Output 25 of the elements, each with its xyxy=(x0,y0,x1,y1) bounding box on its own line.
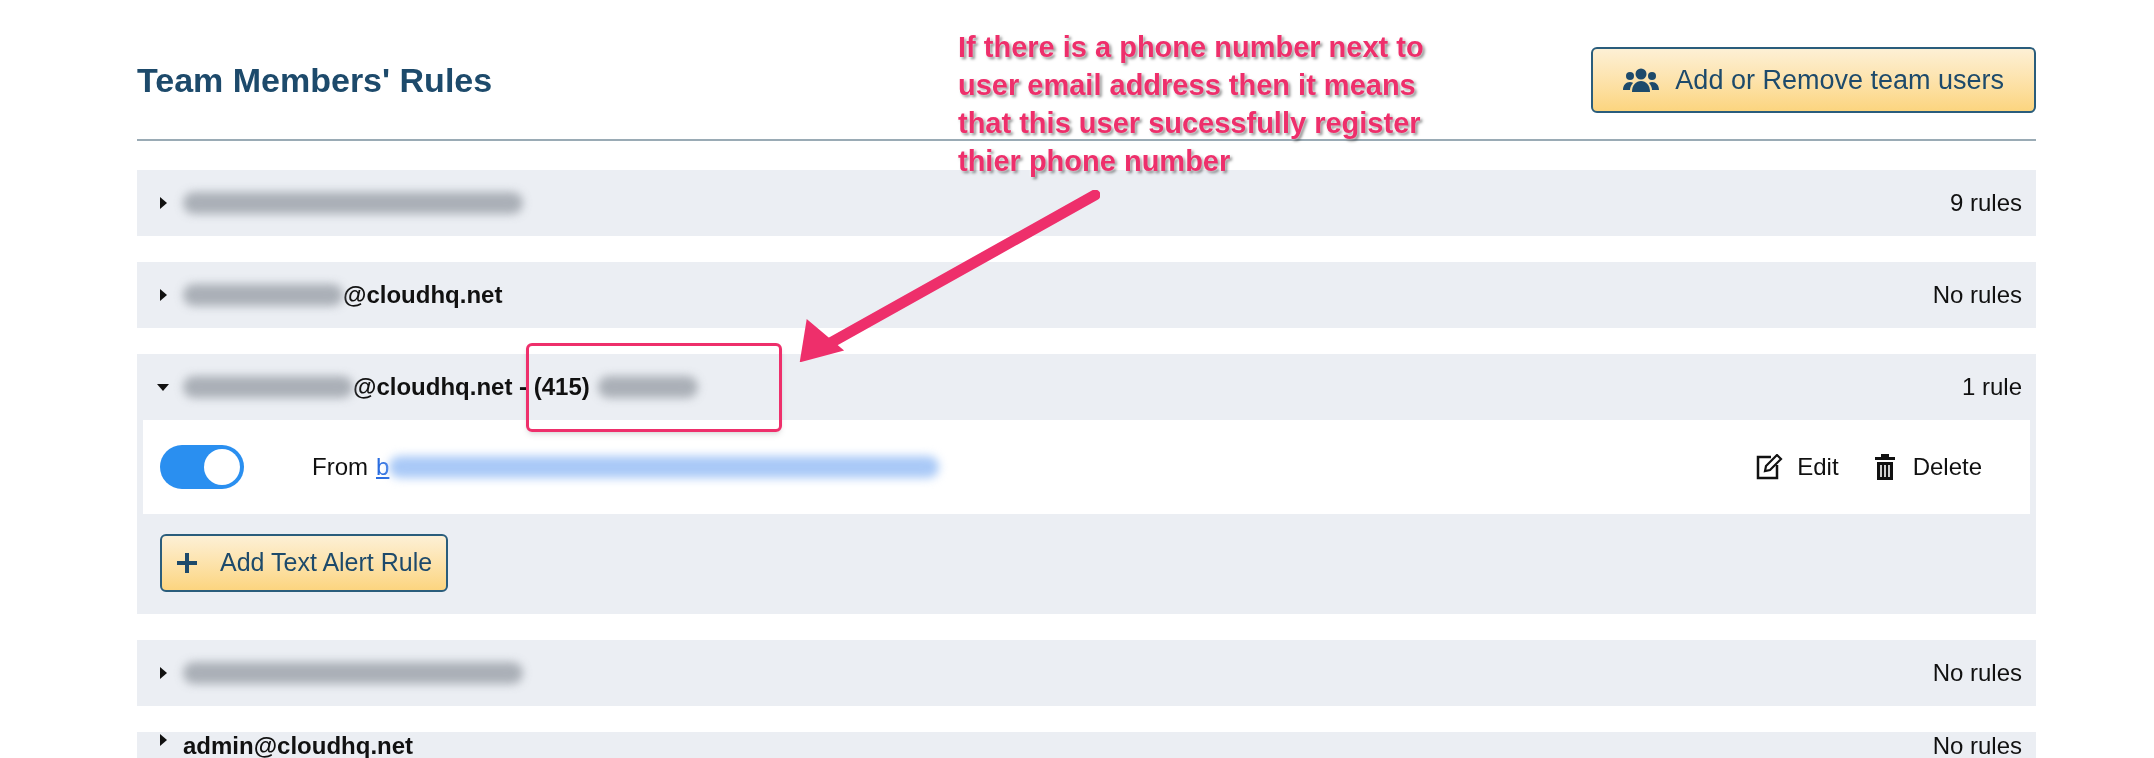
edit-button[interactable]: Edit xyxy=(1755,449,1839,485)
trash-icon xyxy=(1874,454,1895,480)
rule-count: 9 rules xyxy=(1949,188,2022,218)
rule-label: From xyxy=(312,452,368,482)
member-email: @cloudhq.net xyxy=(343,280,503,310)
enabled-toggle[interactable] xyxy=(160,445,244,489)
add-remove-users-button[interactable]: Add or Remove team users xyxy=(1591,47,2036,113)
users-icon xyxy=(1623,67,1660,93)
expand-caret-icon[interactable] xyxy=(157,734,169,746)
rule-count: No rules xyxy=(1932,734,2022,758)
member-email: @cloudhq.net - (415) xyxy=(353,372,590,402)
expand-caret-icon[interactable] xyxy=(157,667,169,679)
page-title: Team Members' Rules xyxy=(137,59,493,101)
rule-count: 1 rule xyxy=(1961,372,2022,402)
edit-icon xyxy=(1755,454,1784,480)
sender-link[interactable]: b xyxy=(376,449,390,485)
expand-caret-icon[interactable] xyxy=(157,289,169,301)
annotation-text: If there is a phone number next to user email address then it means that this user sucessfully register thier phone number xyxy=(958,30,1424,179)
rule-count: No rules xyxy=(1932,280,2022,310)
collapse-caret-icon[interactable] xyxy=(157,381,169,393)
delete-button[interactable]: Delete xyxy=(1874,449,1982,485)
expand-caret-icon[interactable] xyxy=(157,197,169,209)
add-rule-button[interactable]: Add Text Alert Rule xyxy=(160,534,449,592)
rule-count: No rules xyxy=(1932,658,2022,688)
plus-icon xyxy=(176,552,198,574)
